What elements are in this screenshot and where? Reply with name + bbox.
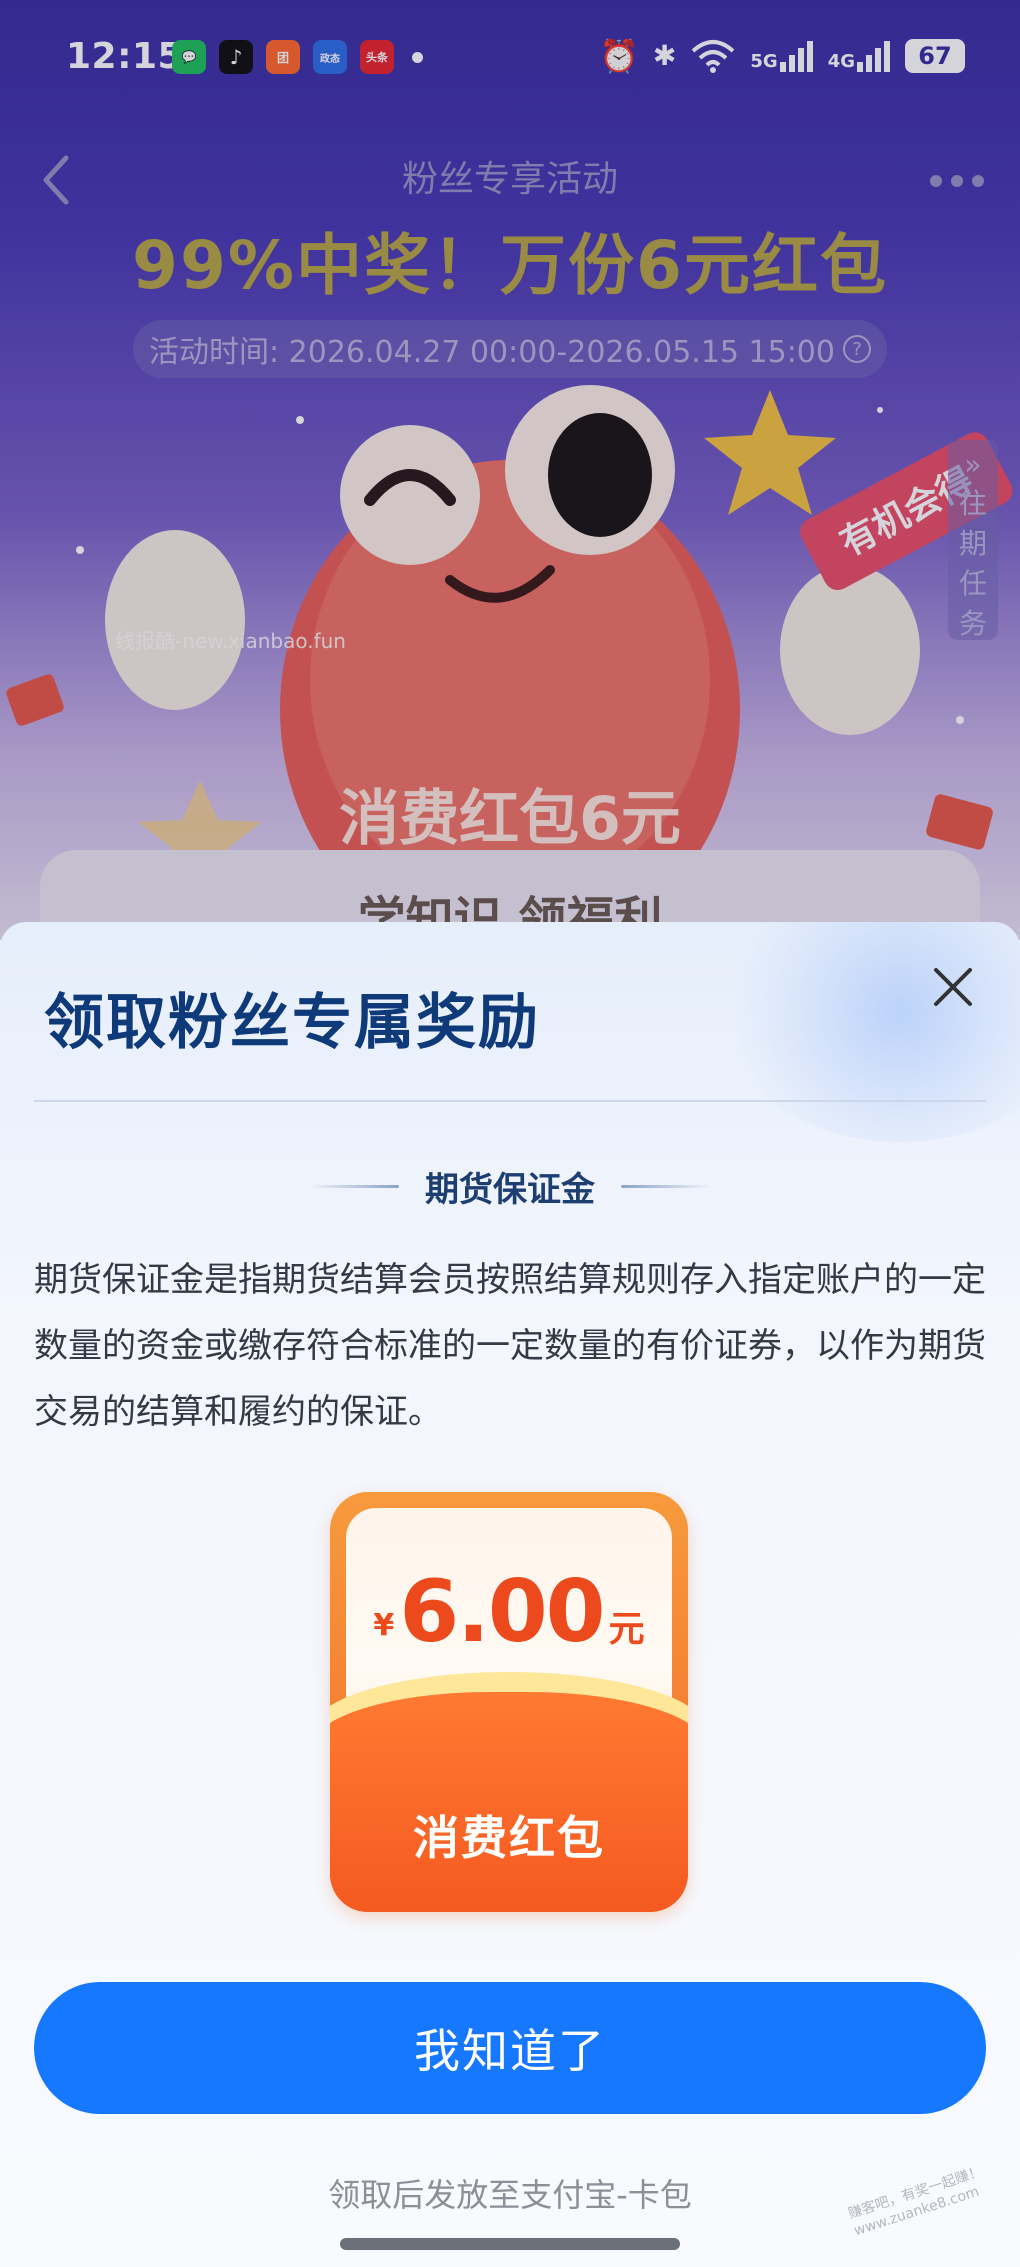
currency-symbol: ¥ — [373, 1608, 395, 1643]
red-packet-card: ¥ 6.00 元 消费红包 — [330, 1492, 688, 1912]
reward-bottom-sheet: 领取粉丝专属奖励 期货保证金 期货保证金是指期货结算会员按照结算规则存入指定账户… — [0, 922, 1020, 2267]
sheet-glow-decoration — [720, 922, 1020, 1142]
close-icon[interactable] — [930, 964, 976, 1010]
red-packet-label: 消费红包 — [413, 1811, 605, 1865]
got-it-button[interactable]: 我知道了 — [34, 1982, 986, 2114]
sheet-divider — [34, 1100, 986, 1102]
amount-unit: 元 — [608, 1609, 645, 1650]
home-indicator[interactable] — [340, 2238, 680, 2250]
amount-value: 6.00 — [399, 1562, 605, 1662]
section-title: 期货保证金 — [425, 1170, 595, 1210]
section-header: 期货保证金 — [0, 1162, 1020, 1211]
section-line-left — [309, 1185, 399, 1188]
activity-page-background: 12:15 💬 ♪ 团 政态 头条 ⏰ ✱ 5G 4G 67 粉丝专享活动 99… — [0, 0, 1020, 940]
sheet-title: 领取粉丝专属奖励 — [44, 988, 540, 1058]
red-packet-amount: ¥ 6.00 元 — [330, 1562, 688, 1662]
section-description: 期货保证金是指期货结算会员按照结算规则存入指定账户的一定数量的资金或缴存符合标准… — [34, 1260, 986, 1432]
modal-overlay[interactable] — [0, 0, 1020, 940]
section-line-right — [621, 1185, 711, 1188]
